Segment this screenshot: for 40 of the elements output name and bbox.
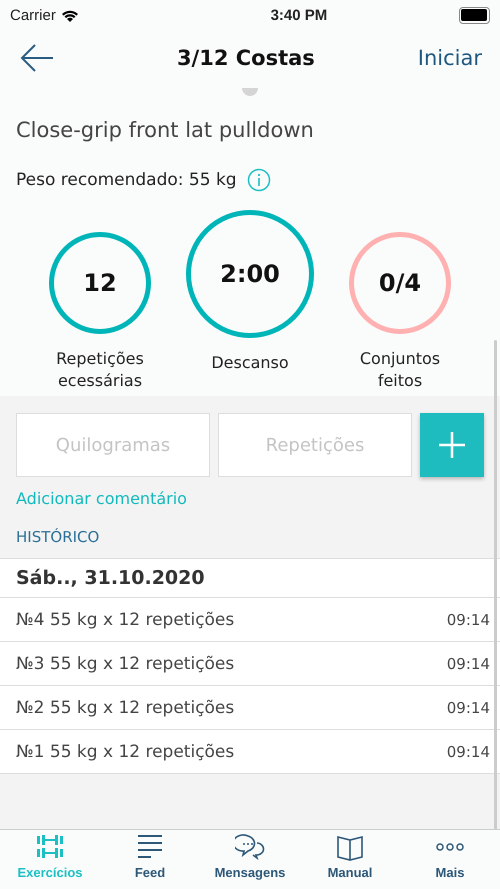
plus-icon bbox=[438, 431, 466, 459]
history-entry: №4 55 kg x 12 repetições bbox=[16, 610, 234, 630]
add-button[interactable] bbox=[420, 413, 484, 477]
entry-time: 09:14 bbox=[446, 742, 490, 760]
exercise-name: Close-grip front lat pulldown bbox=[16, 118, 315, 142]
dumbbell-icon bbox=[35, 833, 65, 861]
battery-icon bbox=[458, 6, 490, 24]
input-field[interactable]: Quilogramas bbox=[16, 413, 210, 477]
recommended-weight: Peso recomendado: 55 kg bbox=[16, 170, 237, 190]
stat-ring: 12 bbox=[49, 232, 151, 334]
entry-time: 09:14 bbox=[446, 654, 490, 672]
back-button[interactable] bbox=[20, 42, 54, 72]
more-icon bbox=[435, 843, 465, 851]
tab[interactable]: Mais bbox=[400, 830, 500, 883]
history-entry: №3 55 kg x 12 repetições bbox=[16, 654, 234, 674]
wifi-icon bbox=[60, 8, 79, 22]
history-entry: №2 55 kg x 12 repetições bbox=[16, 698, 234, 718]
lines-icon bbox=[135, 833, 165, 861]
info-icon[interactable] bbox=[246, 168, 271, 192]
stat-label: Conjuntos feitos bbox=[358, 348, 442, 392]
drag-handle[interactable] bbox=[242, 88, 258, 96]
tab[interactable]: Feed bbox=[100, 830, 200, 883]
input-field[interactable]: Repetições bbox=[218, 413, 412, 477]
section-heading: HISTÓRICO bbox=[16, 528, 100, 546]
status-time: 3:40 PM bbox=[270, 6, 328, 24]
history-entry: №1 55 kg x 12 repetições bbox=[16, 742, 234, 762]
stat-ring: 2:00 bbox=[186, 210, 314, 338]
book-icon bbox=[335, 833, 365, 861]
entry-time: 09:14 bbox=[446, 698, 490, 716]
stat-ring: 0/4 bbox=[349, 232, 451, 334]
start-button[interactable]: Iniciar bbox=[418, 46, 482, 70]
stat-label: Descanso bbox=[210, 352, 290, 374]
back-arrow-icon bbox=[20, 42, 54, 72]
entry-time: 09:14 bbox=[446, 610, 490, 628]
stat-label: Repetições ecessárias bbox=[55, 348, 145, 392]
carrier-name: Carrier bbox=[10, 6, 56, 24]
tab[interactable]: Mensagens bbox=[200, 830, 300, 883]
chat-icon bbox=[235, 833, 265, 861]
tab[interactable]: Manual bbox=[300, 830, 400, 883]
screen-title: 3/12 Costas bbox=[176, 46, 315, 70]
